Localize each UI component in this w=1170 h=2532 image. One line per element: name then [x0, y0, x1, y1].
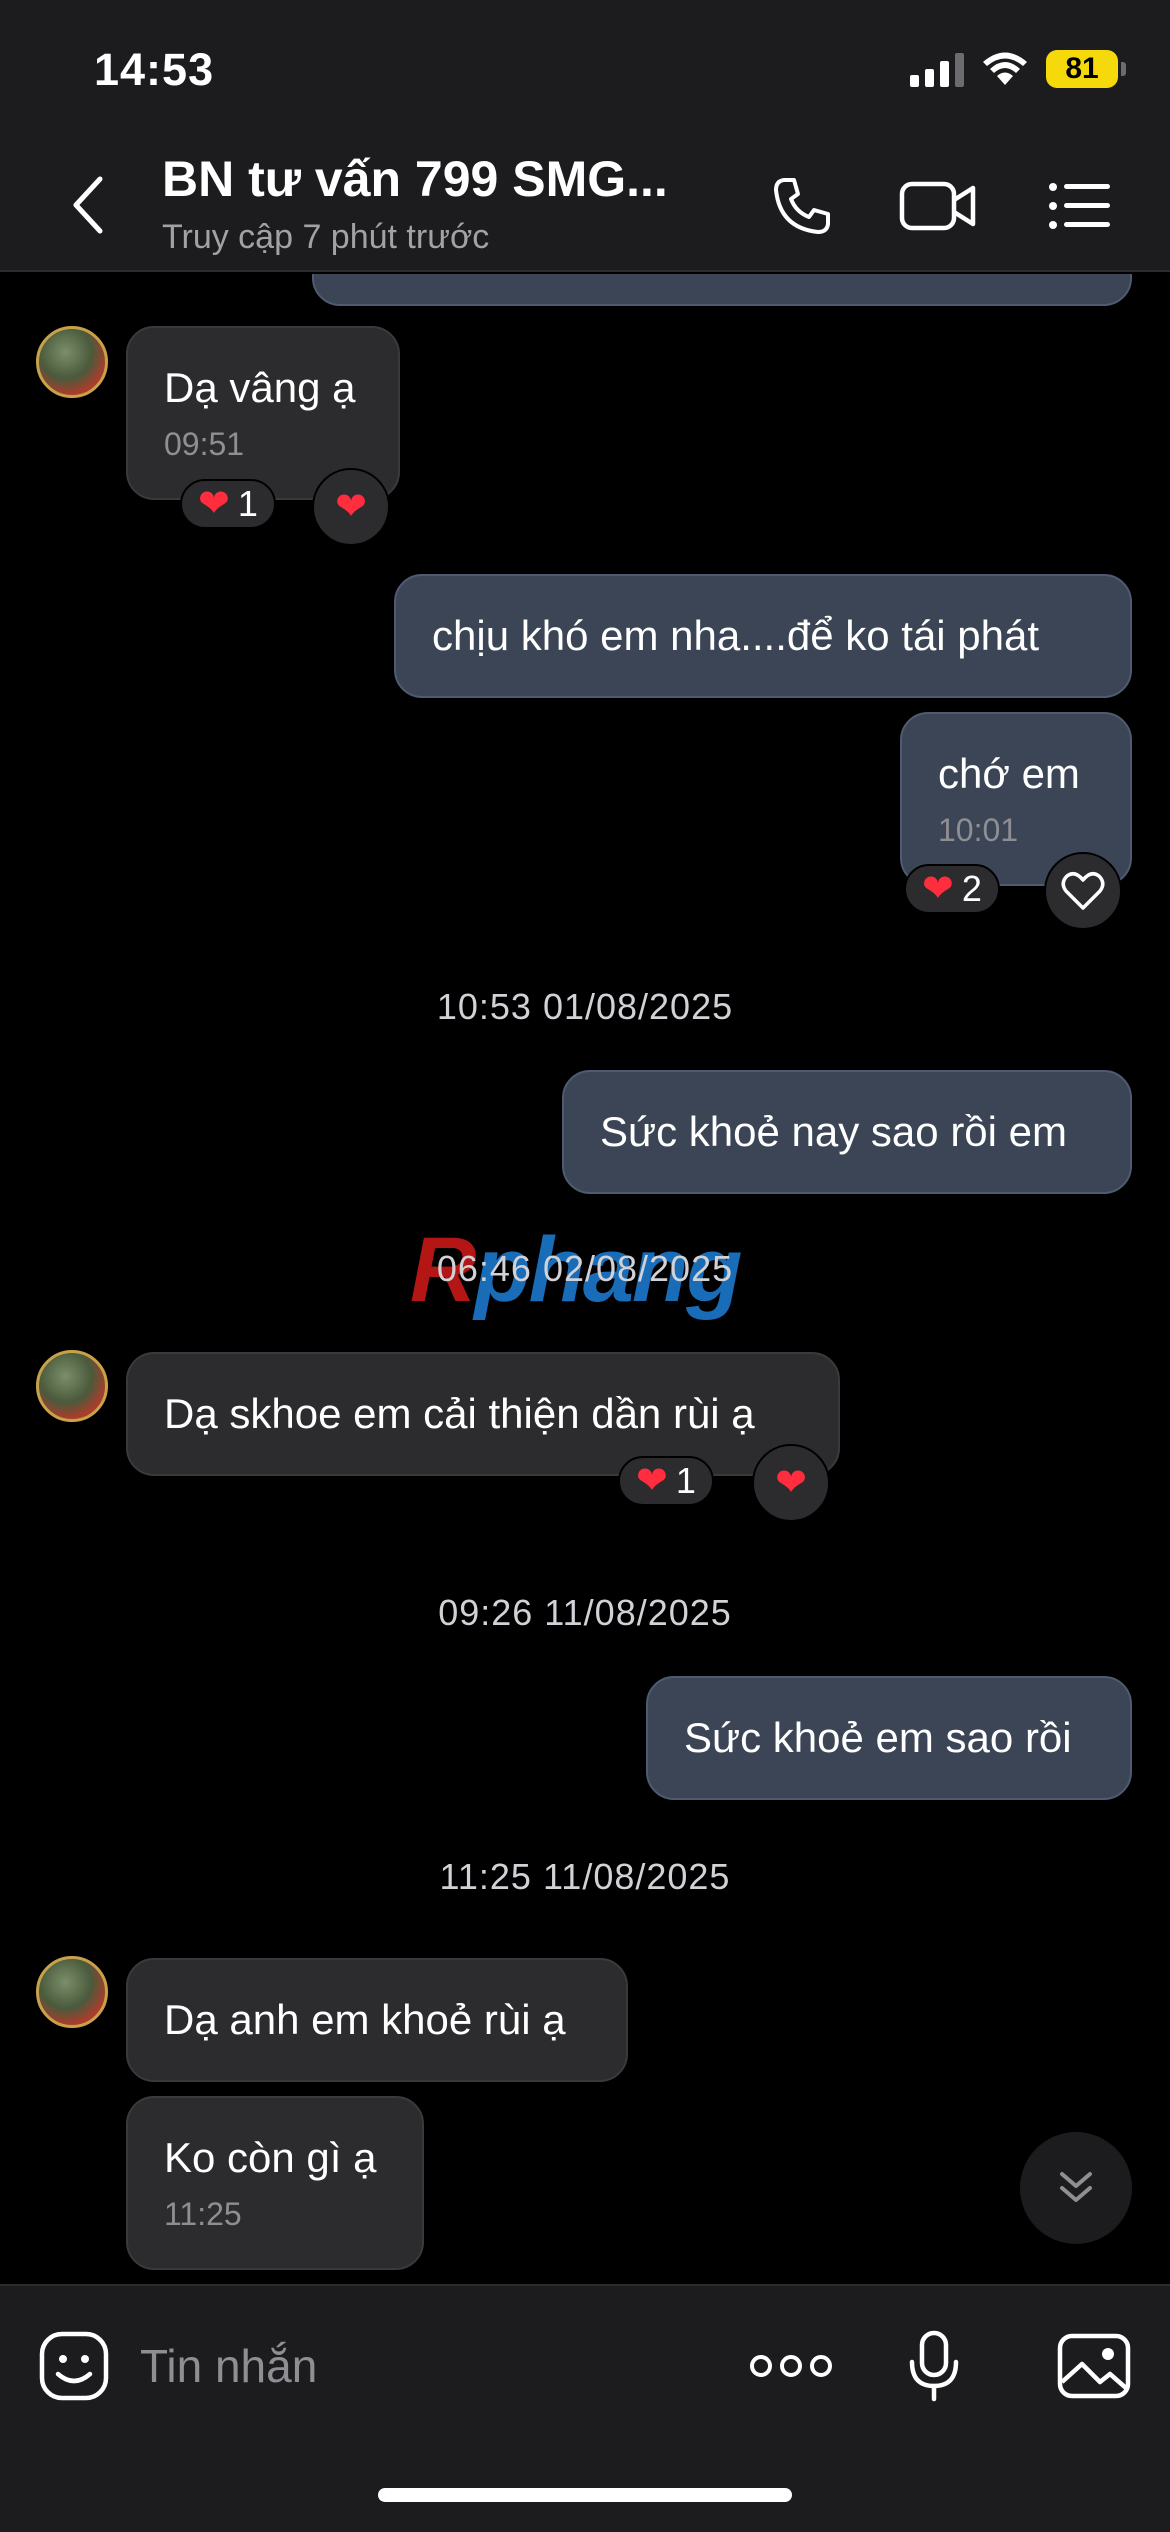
heart-icon: ❤: [922, 868, 954, 910]
status-indicators: 81: [910, 50, 1126, 88]
message-bubble-outgoing[interactable]: chịu khó em nha....để ko tái phát: [394, 574, 1132, 698]
back-button[interactable]: [58, 170, 118, 240]
chat-title[interactable]: BN tư vấn 799 SMG...: [162, 150, 668, 208]
message-text: Sức khoẻ em sao rồi: [684, 1714, 1072, 1761]
heart-icon: ❤: [775, 1462, 807, 1504]
message-text: Sức khoẻ nay sao rồi em: [600, 1108, 1068, 1155]
more-icon: [750, 2355, 832, 2377]
message-bubble-incoming[interactable]: Dạ anh em khoẻ rùi ạ: [126, 1958, 628, 2082]
emoji-icon: [39, 2331, 109, 2401]
video-call-button[interactable]: [898, 168, 978, 244]
more-options-button[interactable]: [746, 2326, 836, 2406]
message-bubble-incoming[interactable]: Ko còn gì ạ 11:25: [126, 2096, 424, 2270]
reaction-summary[interactable]: ❤ 1: [618, 1456, 714, 1506]
react-button[interactable]: ❤: [312, 468, 390, 546]
double-chevron-down-icon: [1060, 2172, 1092, 2202]
phone-icon: [774, 178, 830, 234]
message-bubble-outgoing[interactable]: Sức khoẻ nay sao rồi em: [562, 1070, 1132, 1194]
date-separator: 10:53 01/08/2025: [436, 986, 734, 1027]
message-text: chớ em: [938, 750, 1080, 797]
message-list[interactable]: Dạ vâng ạ 09:51 ❤ 1 ❤ chịu khó em nha...…: [0, 274, 1170, 2284]
signal-icon: [910, 51, 964, 87]
message-time: 10:01: [938, 812, 1019, 848]
status-time: 14:53: [94, 44, 215, 95]
heart-icon: ❤: [198, 483, 230, 525]
contact-avatar[interactable]: [36, 1350, 108, 1422]
chat-header: 14:53 81 BN tư vấn 799 SMG... Truy cập 7…: [0, 0, 1170, 272]
date-separator: 11:25 11/08/2025: [439, 1856, 731, 1897]
react-button[interactable]: ❤: [752, 1444, 830, 1522]
message-bubble-incoming[interactable]: Dạ skhoe em cải thiện dần rùi ạ: [126, 1352, 840, 1476]
emoji-button[interactable]: [34, 2326, 114, 2406]
contact-avatar[interactable]: [36, 1956, 108, 2028]
chevron-left-icon: [73, 176, 103, 234]
message-bubble-outgoing[interactable]: Sức khoẻ em sao rồi: [646, 1676, 1132, 1800]
wifi-icon: [983, 52, 1027, 85]
message-input[interactable]: [140, 2328, 700, 2404]
reaction-count: 1: [675, 1460, 696, 1501]
reaction-count: 1: [237, 483, 258, 524]
message-bubble-partial[interactable]: [312, 274, 1132, 306]
message-time: 11:25: [164, 2196, 242, 2232]
image-icon: [1057, 2333, 1131, 2399]
home-indicator: [378, 2488, 792, 2502]
message-text: Dạ vâng ạ: [164, 364, 356, 411]
message-text: Dạ anh em khoẻ rùi ạ: [164, 1996, 566, 2043]
date-separator: 06:46 02/08/2025: [436, 1248, 734, 1289]
contact-avatar[interactable]: [36, 326, 108, 398]
battery-indicator: 81: [1046, 50, 1126, 88]
call-button[interactable]: [762, 168, 842, 244]
scroll-to-bottom-button[interactable]: [1020, 2132, 1132, 2244]
heart-icon: ❤: [636, 1460, 668, 1502]
reaction-summary[interactable]: ❤ 1: [180, 479, 276, 529]
message-time: 09:51: [164, 426, 245, 462]
chat-options-button[interactable]: [1040, 168, 1120, 244]
heart-outline-icon: [1061, 872, 1105, 910]
list-menu-icon: [1049, 183, 1110, 229]
last-seen-status: Truy cập 7 phút trước: [162, 218, 490, 256]
gallery-button[interactable]: [1052, 2326, 1136, 2406]
heart-icon: ❤: [335, 486, 367, 528]
video-icon: [899, 181, 976, 231]
message-text: Dạ skhoe em cải thiện dần rùi ạ: [164, 1390, 755, 1437]
voice-message-button[interactable]: [894, 2326, 974, 2406]
date-separator: 09:26 11/08/2025: [438, 1592, 732, 1633]
react-button[interactable]: [1044, 852, 1122, 930]
message-text: Ko còn gì ạ: [164, 2134, 377, 2181]
reaction-count: 2: [961, 868, 982, 909]
microphone-icon: [909, 2330, 959, 2402]
reaction-summary[interactable]: ❤ 2: [904, 864, 1000, 914]
message-text: chịu khó em nha....để ko tái phát: [432, 612, 1040, 659]
